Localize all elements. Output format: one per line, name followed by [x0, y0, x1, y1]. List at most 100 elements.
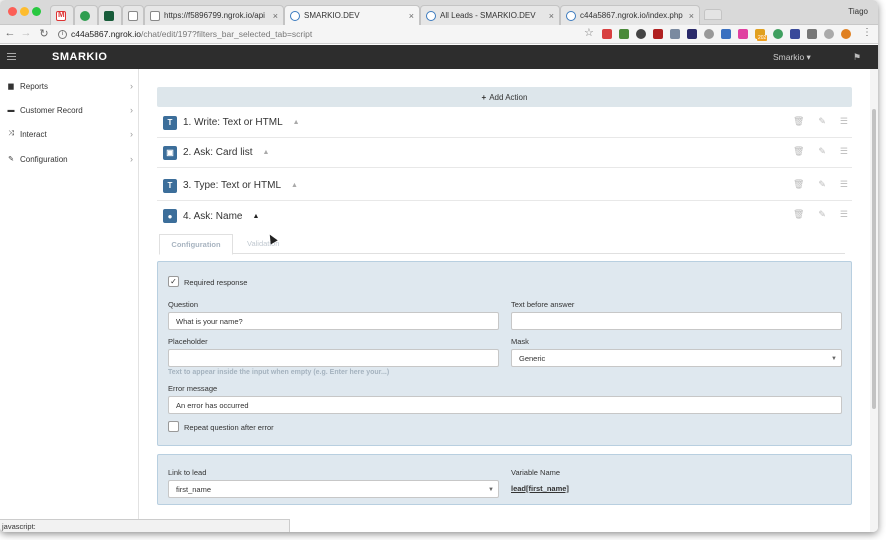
mask-label: Mask — [511, 337, 529, 346]
bar-chart-icon: ▆ — [8, 83, 14, 90]
caret-up-icon[interactable]: ▲ — [252, 213, 259, 220]
scrollbar-thumb[interactable] — [872, 109, 876, 409]
camera-icon[interactable] — [704, 29, 714, 39]
app-logo[interactable]: SMARKIO — [52, 51, 107, 63]
chevron-right-icon: › — [130, 154, 133, 164]
caret-up-icon[interactable]: ▲ — [262, 149, 269, 156]
maximize-window-button[interactable] — [32, 7, 41, 16]
app-icon — [104, 10, 114, 21]
drag-handle-icon[interactable]: ☰ — [840, 179, 848, 190]
drag-handle-icon[interactable]: ☰ — [840, 146, 848, 157]
caret-up-icon[interactable]: ▲ — [293, 119, 300, 126]
tab-title: All Leads - SMARKIO.DEV — [440, 11, 536, 20]
browser-toolbar: ← → ↻ i c44a5867.ngrok.io/chat/edit/197?… — [0, 25, 878, 44]
text-before-answer-input[interactable] — [511, 312, 842, 330]
reload-icon[interactable]: ↻ — [38, 27, 50, 40]
trash-icon[interactable]: 🗑 — [793, 116, 804, 127]
tab-app[interactable] — [98, 5, 122, 25]
caret-up-icon[interactable]: ▲ — [291, 182, 298, 189]
info-icon[interactable]: i — [58, 29, 67, 39]
browser-menu-icon[interactable]: ⋮ — [862, 27, 872, 38]
gmail-icon — [56, 10, 66, 21]
browser-window: https://f5896799.ngrok.io/api × SMARKIO.… — [0, 0, 878, 532]
tab-all-leads[interactable]: All Leads - SMARKIO.DEV × — [420, 5, 560, 25]
placeholder-input[interactable] — [168, 349, 499, 367]
shuffle-icon: ⤨ — [8, 130, 14, 137]
tab-index[interactable]: c44a5867.ngrok.io/index.php × — [560, 5, 700, 25]
extension-icon[interactable] — [738, 29, 748, 39]
extension-icon[interactable] — [619, 29, 629, 39]
mask-select-value: Generic — [519, 353, 546, 363]
drag-handle-icon[interactable]: ☰ — [840, 116, 848, 127]
action-row[interactable]: ▣ 2. Ask: Card list ▲ 🗑 ✎ ☰ — [157, 138, 852, 168]
sidebar-item-interact[interactable]: ⤨ Interact › — [0, 126, 139, 142]
bookmark-star-icon[interactable]: ☆ — [584, 26, 594, 39]
sidebar-item-configuration[interactable]: ✎ Configuration › — [0, 151, 139, 167]
sidebar-item-customer-record[interactable]: ▬ Customer Record › — [0, 102, 139, 118]
action-row-expanded[interactable]: ● 4. Ask: Name ▲ 🗑 ✎ ☰ — [157, 201, 852, 231]
pencil-icon[interactable]: ✎ — [818, 209, 826, 220]
close-window-button[interactable] — [8, 7, 17, 16]
app-header: SMARKIO Smarkio ▾ ⚑ — [0, 45, 878, 69]
repeat-question-checkbox[interactable] — [168, 421, 179, 432]
close-tab-icon[interactable]: × — [689, 11, 694, 21]
trash-icon[interactable]: 🗑 — [793, 209, 804, 220]
minimize-window-button[interactable] — [20, 7, 29, 16]
link-to-lead-label: Link to lead — [168, 468, 207, 477]
link-to-lead-select[interactable]: first_name ▼ — [168, 480, 499, 498]
pencil-icon[interactable]: ✎ — [818, 179, 826, 190]
tab-api[interactable]: https://f5896799.ngrok.io/api × — [144, 5, 284, 25]
pencil-icon[interactable]: ✎ — [818, 146, 826, 157]
tab-configuration[interactable]: Configuration — [159, 234, 233, 255]
tab-smarkio-dev[interactable]: SMARKIO.DEV × — [284, 5, 420, 25]
extension-icon[interactable] — [653, 29, 663, 39]
extension-icon[interactable] — [670, 29, 680, 39]
extension-icon[interactable] — [687, 29, 697, 39]
address-card-icon: ▬ — [7, 106, 15, 114]
tab-gmail[interactable] — [50, 5, 74, 25]
cast-icon[interactable] — [807, 29, 817, 39]
error-message-input[interactable]: An error has occurred — [168, 396, 842, 414]
add-action-button[interactable]: + Add Action — [157, 87, 852, 107]
extension-icon[interactable] — [841, 29, 851, 39]
sidebar-item-reports[interactable]: ▆ Reports › — [0, 78, 139, 94]
tab-whatsapp[interactable] — [74, 5, 98, 25]
close-tab-icon[interactable]: × — [549, 11, 554, 21]
extension-icon[interactable] — [602, 29, 612, 39]
action-row[interactable]: T 1. Write: Text or HTML ▲ 🗑 ✎ ☰ — [157, 108, 852, 138]
chevron-down-icon: ▼ — [831, 356, 837, 362]
required-response-checkbox[interactable]: ✓ — [168, 276, 179, 287]
pencil-icon[interactable]: ✎ — [818, 116, 826, 127]
address-bar[interactable]: i c44a5867.ngrok.io/chat/edit/197?filter… — [58, 27, 598, 41]
gear-icon[interactable] — [636, 29, 646, 39]
tab-strip: https://f5896799.ngrok.io/api × SMARKIO.… — [0, 0, 878, 25]
error-message-label: Error message — [168, 384, 218, 393]
link-to-lead-value: first_name — [176, 484, 212, 494]
account-menu[interactable]: Smarkio ▾ — [773, 52, 811, 63]
tabs-divider — [159, 253, 845, 254]
trash-icon[interactable]: 🗑 — [793, 146, 804, 157]
page-scrollbar[interactable] — [870, 69, 878, 532]
question-input[interactable]: What is your name? — [168, 312, 499, 330]
action-row[interactable]: T 3. Type: Text or HTML ▲ 🗑 ✎ ☰ — [157, 171, 852, 201]
extension-badge: 202 — [757, 35, 768, 41]
back-icon[interactable]: ← — [4, 27, 16, 39]
new-tab-button[interactable] — [704, 9, 722, 20]
mask-select[interactable]: Generic ▼ — [511, 349, 842, 367]
close-tab-icon[interactable]: × — [273, 11, 278, 21]
drag-handle-icon[interactable]: ☰ — [840, 209, 848, 220]
extension-icon[interactable] — [773, 29, 783, 39]
flag-icon[interactable]: ⚑ — [853, 52, 861, 63]
trash-icon[interactable]: 🗑 — [793, 179, 804, 190]
sidebar-item-label: Reports — [20, 81, 49, 91]
extension-icon[interactable] — [824, 29, 834, 39]
browser-user[interactable]: Tiago — [848, 7, 868, 16]
extension-icon[interactable] — [790, 29, 800, 39]
tab-document[interactable] — [122, 5, 144, 25]
variable-name-value: lead[first_name] — [511, 484, 569, 493]
forward-icon[interactable]: → — [20, 27, 32, 39]
main-content: + Add Action T 1. Write: Text or HTML ▲ … — [139, 69, 870, 532]
close-tab-icon[interactable]: × — [409, 11, 414, 21]
hamburger-icon[interactable] — [7, 53, 16, 62]
extension-icon[interactable] — [721, 29, 731, 39]
